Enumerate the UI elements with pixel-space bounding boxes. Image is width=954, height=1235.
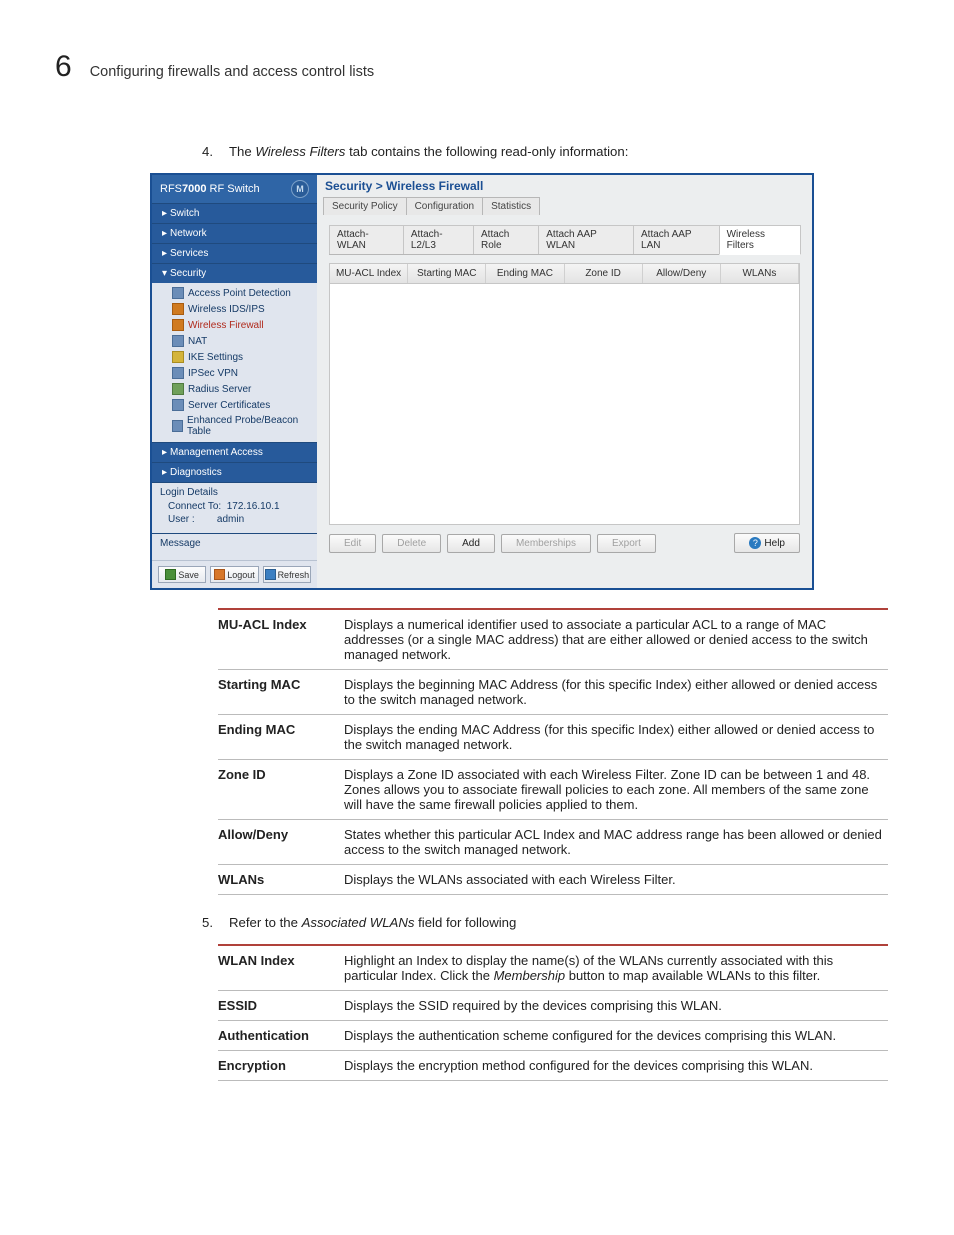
sidebar-button-bar: Save Logout Refresh [152, 560, 317, 588]
cert-icon [172, 399, 184, 411]
step-number: 4. [195, 144, 213, 159]
submenu-radius-server[interactable]: Radius Server [152, 381, 317, 397]
col-wlans[interactable]: WLANs [721, 264, 799, 283]
grid-header: MU-ACL Index Starting MAC Ending MAC Zon… [330, 264, 799, 284]
submenu-ipsec-vpn[interactable]: IPSec VPN [152, 365, 317, 381]
submenu-server-certificates[interactable]: Server Certificates [152, 397, 317, 413]
shield-icon [172, 303, 184, 315]
submenu-ike-settings[interactable]: IKE Settings [152, 349, 317, 365]
main-panel: Security > Wireless Firewall Security Po… [317, 175, 812, 588]
subtab-attach-aap-wlan[interactable]: Attach AAP WLAN [538, 225, 634, 254]
table-row: MU-ACL IndexDisplays a numerical identif… [218, 609, 888, 670]
subtab-wireless-filters[interactable]: Wireless Filters [719, 225, 801, 255]
edit-button[interactable]: Edit [329, 534, 376, 553]
security-submenu: Access Point Detection Wireless IDS/IPS … [152, 283, 317, 442]
sidebar-item-management-access[interactable]: ▸Management Access [152, 442, 317, 462]
col-mu-acl-index[interactable]: MU-ACL Index [330, 264, 408, 283]
login-details-box: Login Details Connect To: 172.16.10.1 Us… [152, 482, 317, 533]
server-icon [172, 383, 184, 395]
sidebar-item-services[interactable]: ▸Services [152, 243, 317, 263]
node-icon [172, 287, 184, 299]
col-allow-deny[interactable]: Allow/Deny [643, 264, 721, 283]
col-zone-id[interactable]: Zone ID [565, 264, 643, 283]
fields-table-2: WLAN IndexHighlight an Index to display … [218, 944, 888, 1081]
sub-tabs: Attach-WLAN Attach-L2/L3 Attach Role Att… [329, 225, 800, 255]
table-row: WLANsDisplays the WLANs associated with … [218, 865, 888, 895]
submenu-enhanced-probe-beacon[interactable]: Enhanced Probe/Beacon Table [152, 413, 317, 439]
table-row: Allow/DenyStates whether this particular… [218, 820, 888, 865]
logout-icon [214, 569, 225, 580]
nat-icon [172, 335, 184, 347]
table-row: WLAN IndexHighlight an Index to display … [218, 945, 888, 991]
filters-grid: MU-ACL Index Starting MAC Ending MAC Zon… [329, 263, 800, 525]
save-icon [165, 569, 176, 580]
save-button[interactable]: Save [158, 566, 206, 583]
help-icon: ? [749, 537, 761, 549]
step-number: 5. [195, 915, 213, 930]
step-4: 4. The Wireless Filters tab contains the… [195, 144, 899, 159]
tab-statistics[interactable]: Statistics [482, 197, 540, 215]
table-row: AuthenticationDisplays the authenticatio… [218, 1021, 888, 1051]
firewall-icon [172, 319, 184, 331]
memberships-button[interactable]: Memberships [501, 534, 591, 553]
key-icon [172, 351, 184, 363]
sidebar: RFS7000 RF Switch M ▸Switch ▸Network ▸Se… [152, 175, 317, 588]
tab-configuration[interactable]: Configuration [406, 197, 483, 215]
subtab-attach-aap-lan[interactable]: Attach AAP LAN [633, 225, 720, 254]
chapter-number: 6 [55, 50, 72, 84]
submenu-wireless-firewall[interactable]: Wireless Firewall [152, 317, 317, 333]
sidebar-item-switch[interactable]: ▸Switch [152, 203, 317, 223]
chapter-title: Configuring firewalls and access control… [90, 64, 375, 80]
delete-button[interactable]: Delete [382, 534, 441, 553]
export-button[interactable]: Export [597, 534, 656, 553]
refresh-icon [265, 569, 276, 580]
brand-bar: RFS7000 RF Switch M [152, 175, 317, 203]
table-row: Starting MACDisplays the beginning MAC A… [218, 670, 888, 715]
submenu-wireless-ids-ips[interactable]: Wireless IDS/IPS [152, 301, 317, 317]
help-button[interactable]: ?Help [734, 533, 800, 553]
page-header: 6 Configuring firewalls and access contr… [55, 50, 899, 84]
sidebar-item-security[interactable]: ▾Security [152, 263, 317, 283]
fields-table-1: MU-ACL IndexDisplays a numerical identif… [218, 608, 888, 895]
breadcrumb: Security > Wireless Firewall [317, 175, 812, 197]
logout-button[interactable]: Logout [210, 566, 258, 583]
subtab-attach-role[interactable]: Attach Role [473, 225, 539, 254]
table-row: Zone IDDisplays a Zone ID associated wit… [218, 760, 888, 820]
main-tabs: Security PolicyConfigurationStatistics [317, 197, 812, 215]
col-ending-mac[interactable]: Ending MAC [486, 264, 564, 283]
message-box: Message [152, 533, 317, 560]
tab-security-policy[interactable]: Security Policy [323, 197, 407, 215]
col-starting-mac[interactable]: Starting MAC [408, 264, 486, 283]
step-text: The Wireless Filters tab contains the fo… [229, 144, 899, 159]
table-row: EncryptionDisplays the encryption method… [218, 1051, 888, 1081]
step-text: Refer to the Associated WLANs field for … [229, 915, 899, 930]
subtab-attach-wlan[interactable]: Attach-WLAN [329, 225, 404, 254]
sidebar-item-network[interactable]: ▸Network [152, 223, 317, 243]
grid-button-bar: Edit Delete Add Memberships Export ?Help [329, 533, 800, 553]
app-screenshot: RFS7000 RF Switch M ▸Switch ▸Network ▸Se… [150, 173, 814, 590]
subtab-attach-l2l3[interactable]: Attach-L2/L3 [403, 225, 474, 254]
table-row: ESSIDDisplays the SSID required by the d… [218, 991, 888, 1021]
lock-icon [172, 367, 184, 379]
probe-icon [172, 420, 183, 432]
sidebar-item-diagnostics[interactable]: ▸Diagnostics [152, 462, 317, 482]
submenu-access-point-detection[interactable]: Access Point Detection [152, 285, 317, 301]
table-row: Ending MACDisplays the ending MAC Addres… [218, 715, 888, 760]
submenu-nat[interactable]: NAT [152, 333, 317, 349]
brand-logo-icon: M [291, 180, 309, 198]
add-button[interactable]: Add [447, 534, 495, 553]
step-5: 5. Refer to the Associated WLANs field f… [195, 915, 899, 930]
refresh-button[interactable]: Refresh [263, 566, 311, 583]
